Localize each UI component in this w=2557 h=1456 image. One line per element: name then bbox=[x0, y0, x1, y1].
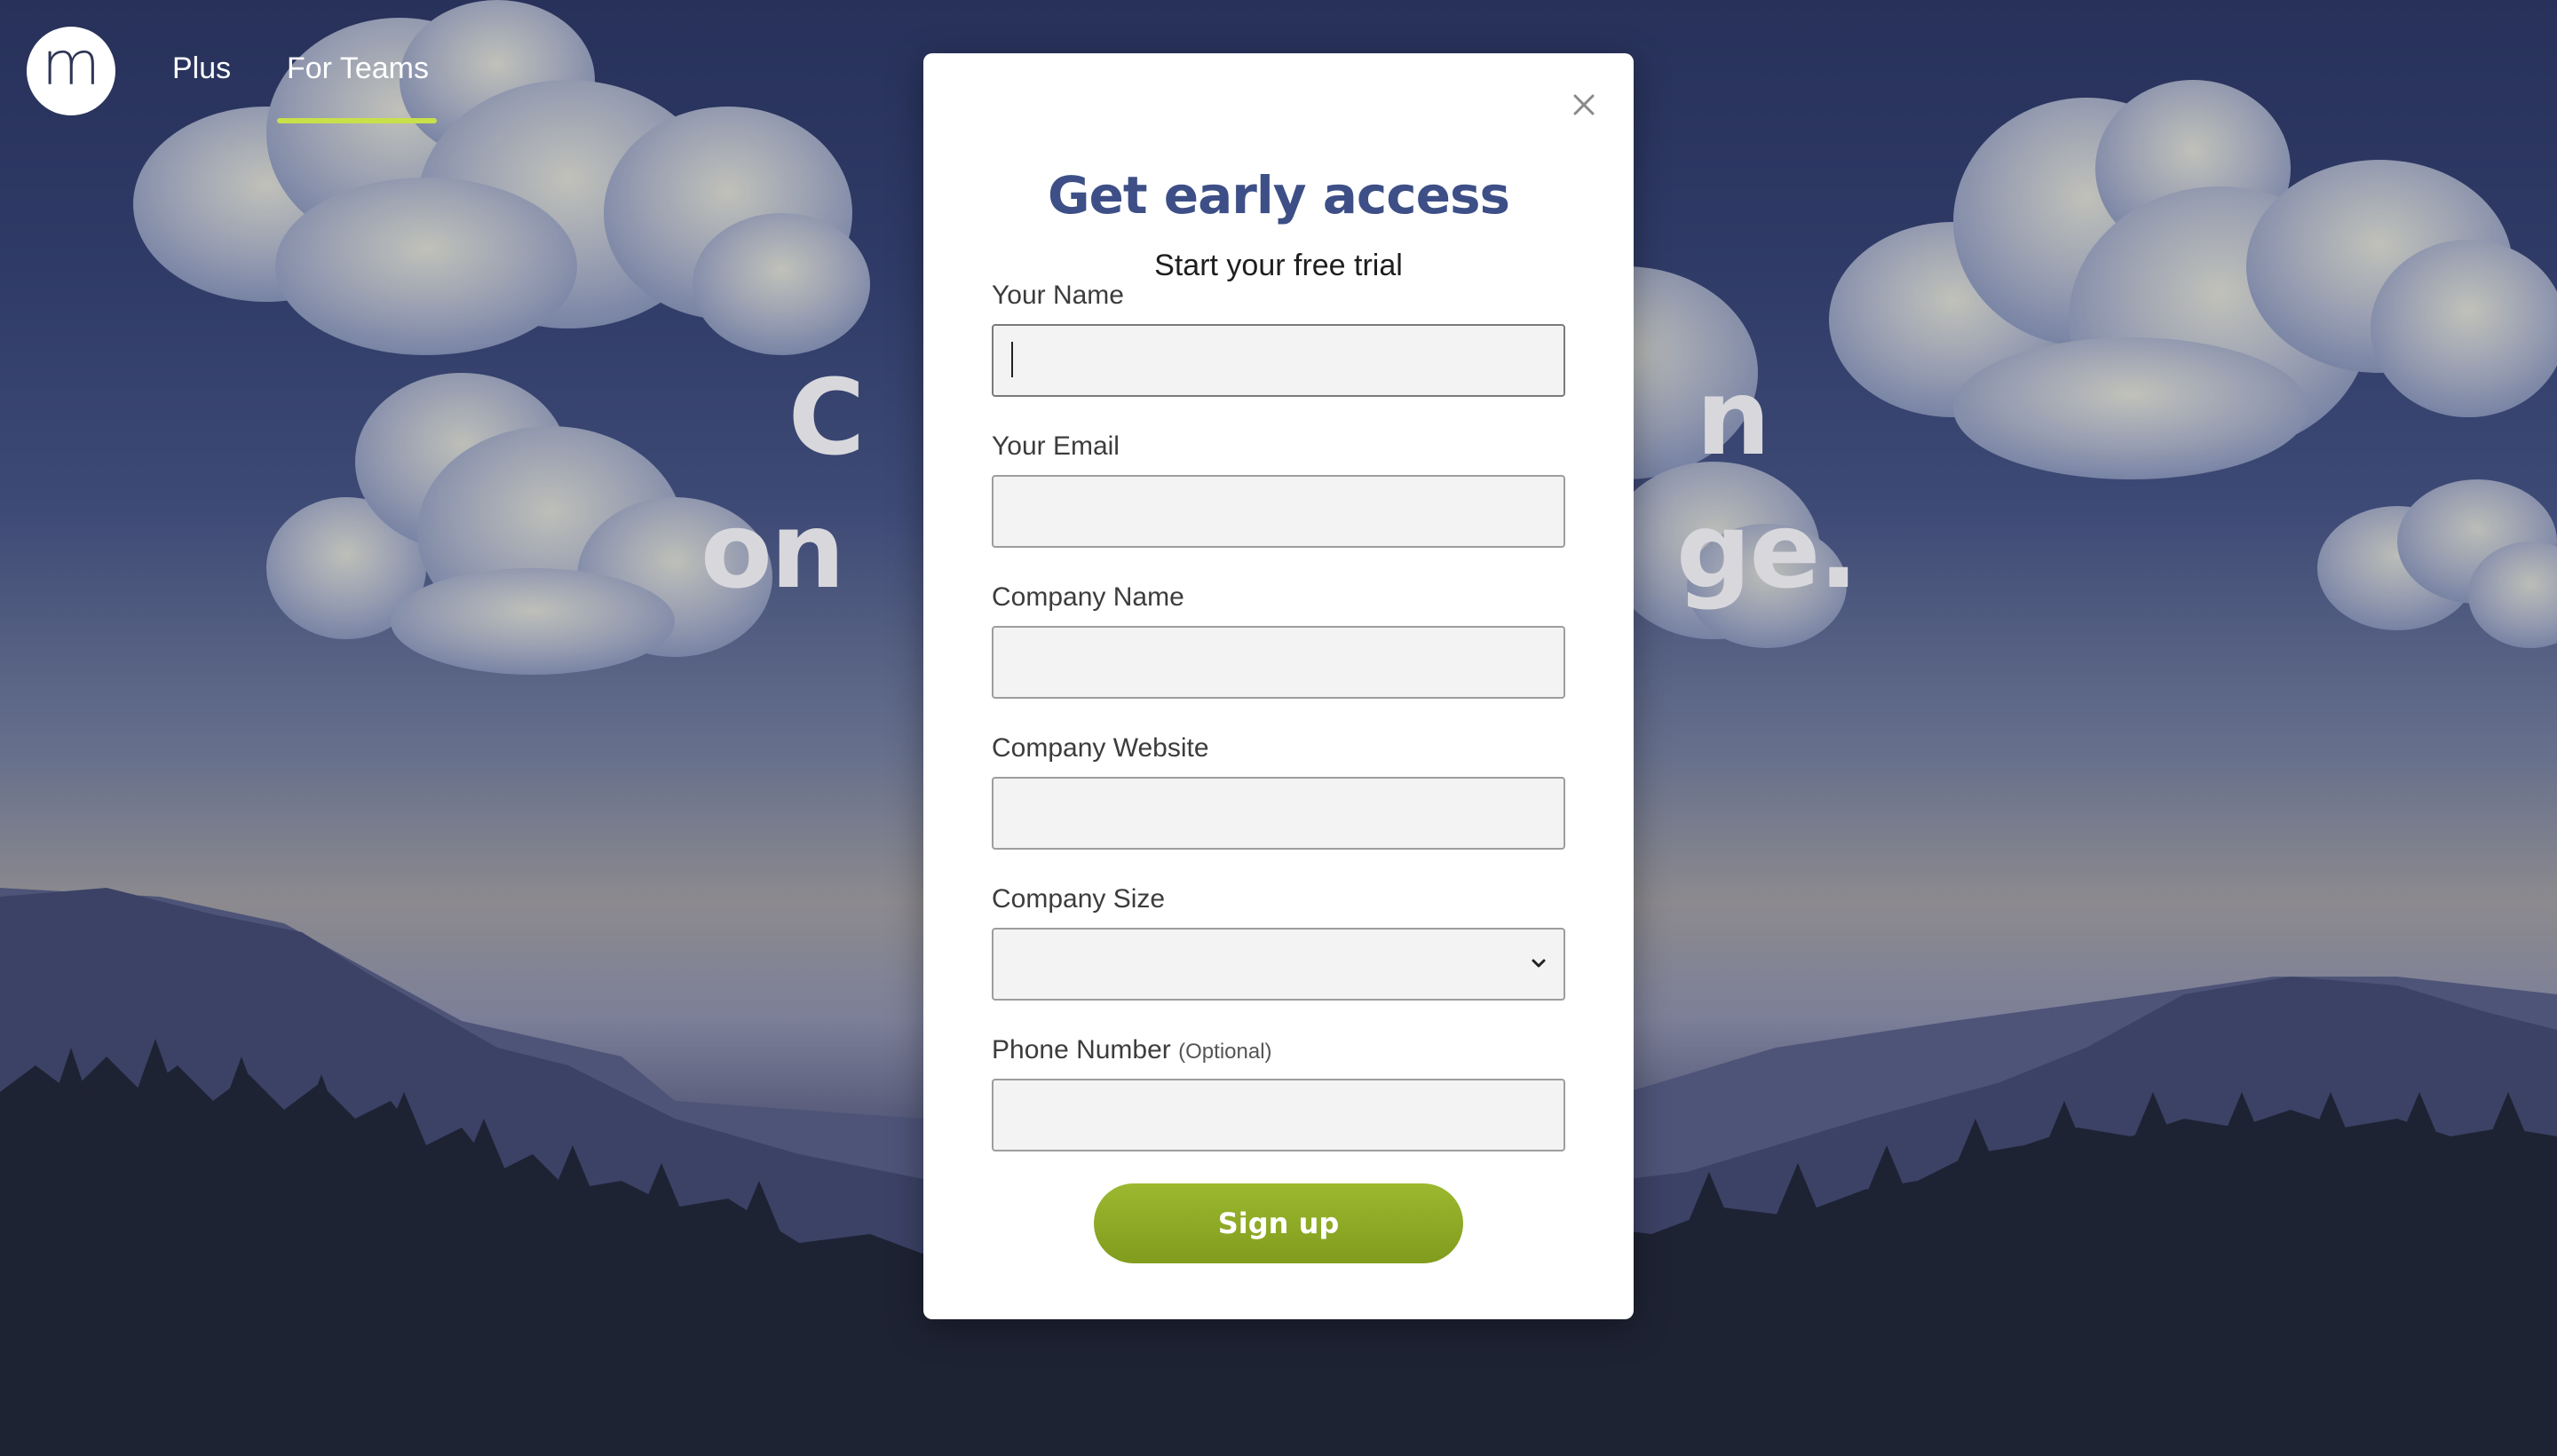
email-field-group: Your Email bbox=[992, 431, 1565, 548]
company-size-value[interactable] bbox=[992, 928, 1565, 1001]
nav-item-for-teams[interactable]: For Teams bbox=[287, 51, 429, 86]
phone-label: Phone Number (Optional) bbox=[992, 1034, 1565, 1066]
optional-hint: (Optional) bbox=[1178, 1040, 1272, 1064]
email-label: Your Email bbox=[992, 431, 1120, 461]
company-website-label: Company Website bbox=[992, 733, 1209, 763]
phone-field-group: Phone Number (Optional) bbox=[992, 1034, 1565, 1151]
chevron-down-icon bbox=[1532, 959, 1546, 968]
company-name-input[interactable] bbox=[992, 626, 1565, 699]
company-name-label: Company Name bbox=[992, 582, 1184, 612]
phone-input[interactable] bbox=[992, 1079, 1565, 1151]
company-size-select[interactable] bbox=[992, 928, 1565, 1001]
signup-modal: Get early access Start your free trial Y… bbox=[923, 53, 1634, 1319]
modal-subtitle: Start your free trial bbox=[1154, 249, 1403, 282]
email-input[interactable] bbox=[992, 475, 1565, 548]
company-size-label: Company Size bbox=[992, 884, 1166, 914]
company-website-input[interactable] bbox=[992, 777, 1565, 850]
name-field-group: Your Name bbox=[992, 280, 1565, 397]
phone-label-text: Phone Number bbox=[992, 1035, 1171, 1064]
logo[interactable]: m bbox=[27, 27, 115, 115]
name-input[interactable] bbox=[992, 324, 1565, 397]
cloud-left-top bbox=[133, 0, 870, 355]
modal-title: Get early access bbox=[1047, 165, 1510, 226]
close-icon[interactable] bbox=[1566, 87, 1602, 123]
company-website-field-group: Company Website bbox=[992, 732, 1565, 850]
nav-active-indicator bbox=[277, 118, 437, 123]
company-size-field-group: Company Size bbox=[992, 883, 1565, 1001]
logo-letter: m bbox=[41, 29, 101, 99]
sign-up-button[interactable]: Sign up bbox=[1094, 1183, 1463, 1263]
company-name-field-group: Company Name bbox=[992, 582, 1565, 699]
text-caret bbox=[1011, 342, 1013, 377]
name-label: Your Name bbox=[992, 281, 1124, 310]
nav-item-plus[interactable]: Plus bbox=[172, 51, 231, 86]
